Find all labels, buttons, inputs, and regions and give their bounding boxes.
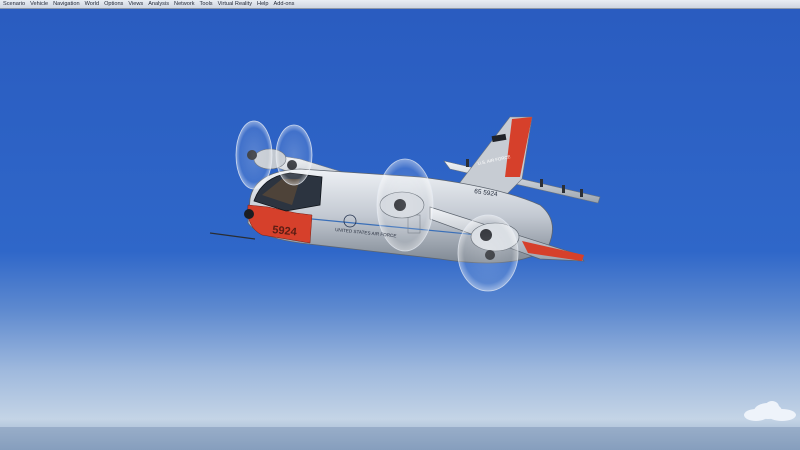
menu-analysis[interactable]: Analysis <box>148 0 169 9</box>
scene: 5924 UNITED STATES AIR FORCE 65 5924 U.S… <box>0 9 800 450</box>
menu-views[interactable]: Views <box>128 0 143 9</box>
menu-bar: Scenario Vehicle Navigation World Option… <box>0 0 800 9</box>
menu-help[interactable]: Help <box>257 0 269 9</box>
menu-virtual-reality[interactable]: Virtual Reality <box>218 0 252 9</box>
menu-world[interactable]: World <box>85 0 100 9</box>
menu-navigation[interactable]: Navigation <box>53 0 79 9</box>
nose-radome <box>244 209 254 219</box>
menu-scenario[interactable]: Scenario <box>3 0 25 9</box>
propeller-disc-2 <box>275 124 313 186</box>
propeller-disc-1 <box>235 120 273 190</box>
menu-network[interactable]: Network <box>174 0 195 9</box>
menu-add-ons[interactable]: Add-ons <box>274 0 295 9</box>
ground-haze <box>0 427 800 450</box>
simulator-viewport[interactable]: 5924 UNITED STATES AIR FORCE 65 5924 U.S… <box>0 9 800 450</box>
menu-vehicle[interactable]: Vehicle <box>30 0 48 9</box>
menu-options[interactable]: Options <box>104 0 123 9</box>
menu-tools[interactable]: Tools <box>200 0 213 9</box>
propeller-disc-4 <box>457 214 519 292</box>
